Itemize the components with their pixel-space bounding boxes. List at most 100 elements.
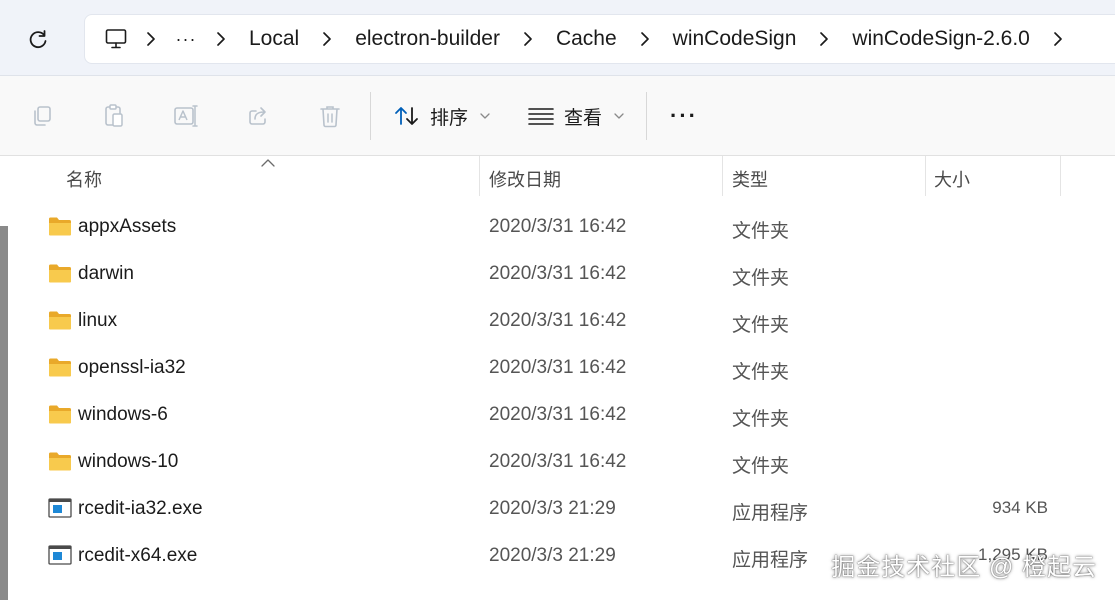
file-row[interactable]: rcedit-ia32.exe 2020/3/3 21:29 应用程序 934 …: [30, 486, 1070, 533]
delete-button[interactable]: [312, 98, 348, 134]
breadcrumb-item-local[interactable]: Local: [241, 27, 307, 51]
breadcrumb-chevron[interactable]: [625, 24, 665, 54]
sort-label: 排序: [430, 107, 469, 129]
view-label: 查看: [564, 107, 603, 129]
share-button[interactable]: [240, 98, 276, 134]
chevron-right-icon: [1054, 32, 1062, 46]
paste-icon: [105, 104, 123, 127]
chevron-right-icon: [147, 32, 155, 46]
folder-icon: [49, 311, 71, 330]
breadcrumb: ··· Local electron-builder Cache winCode…: [84, 14, 1115, 64]
command-bar: 排序 查看 ···: [0, 76, 1115, 156]
file-name: darwin: [78, 263, 134, 284]
file-date: 2020/3/31 16:42: [489, 357, 627, 378]
computer-icon: [105, 29, 127, 49]
chevron-right-icon: [640, 32, 649, 46]
exe-icon: [48, 498, 72, 518]
file-type: 文件夹: [732, 362, 790, 383]
chevron-right-icon: [524, 32, 532, 46]
file-date: 2020/3/31 16:42: [489, 310, 627, 331]
file-type: 应用程序: [732, 550, 809, 571]
chevron-down-icon: [614, 113, 624, 119]
column-header-size[interactable]: 大小: [934, 166, 970, 192]
column-divider[interactable]: [479, 156, 480, 196]
column-header-date[interactable]: 修改日期: [489, 166, 561, 192]
watermark: 掘金技术社区 @ 橙起云: [831, 554, 1097, 581]
file-row[interactable]: windows-10 2020/3/31 16:42 文件夹: [30, 439, 1070, 486]
paste-button[interactable]: [96, 98, 132, 134]
chevron-down-icon: [480, 113, 490, 119]
sort-ascending-icon: [261, 159, 275, 167]
folder-icon: [49, 452, 71, 471]
breadcrumb-chevron[interactable]: [131, 24, 171, 54]
file-name: linux: [78, 310, 118, 331]
file-name: windows-10: [78, 451, 179, 472]
file-date: 2020/3/3 21:29: [489, 545, 616, 566]
toolbar-divider: [370, 92, 371, 140]
chevron-right-icon: [323, 32, 332, 46]
copy-button[interactable]: [24, 98, 60, 134]
breadcrumb-chevron[interactable]: [1038, 24, 1078, 54]
file-row[interactable]: darwin 2020/3/31 16:42 文件夹: [30, 251, 1070, 298]
folder-icon: [49, 405, 71, 424]
column-header-type[interactable]: 类型: [732, 166, 768, 192]
view-button[interactable]: 查看: [528, 98, 624, 134]
sort-button[interactable]: 排序: [394, 98, 490, 134]
file-type: 应用程序: [732, 503, 809, 524]
view-list-icon: [528, 108, 554, 125]
file-date: 2020/3/31 16:42: [489, 216, 627, 237]
file-date: 2020/3/31 16:42: [489, 404, 627, 425]
file-type: 文件夹: [732, 315, 790, 336]
file-name: appxAssets: [78, 216, 177, 237]
file-type: 文件夹: [732, 268, 790, 289]
trash-icon: [320, 106, 340, 128]
folder-icon: [49, 264, 71, 283]
file-date: 2020/3/3 21:29: [489, 498, 616, 519]
breadcrumb-item-wincodesign-version[interactable]: winCodeSign-2.6.0: [844, 27, 1037, 51]
refresh-button[interactable]: [22, 24, 54, 56]
file-name: openssl-ia32: [78, 357, 186, 378]
breadcrumb-item-electron-builder[interactable]: electron-builder: [347, 27, 508, 51]
chevron-right-icon: [820, 32, 829, 46]
breadcrumb-chevron[interactable]: [804, 24, 844, 54]
sort-icon: [395, 107, 418, 125]
file-name: rcedit-ia32.exe: [78, 498, 203, 519]
refresh-icon: [29, 30, 47, 49]
file-row[interactable]: openssl-ia32 2020/3/31 16:42 文件夹: [30, 345, 1070, 392]
file-list: 名称 修改日期 类型 大小 appxAssets 2020/3/31 16:42…: [0, 156, 1115, 600]
folder-icon: [49, 217, 71, 236]
column-header-name[interactable]: 名称: [66, 166, 102, 192]
file-size: 934 KB: [992, 498, 1048, 517]
folder-icon: [49, 358, 71, 377]
column-divider[interactable]: [722, 156, 723, 196]
file-row[interactable]: appxAssets 2020/3/31 16:42 文件夹: [30, 204, 1070, 251]
breadcrumb-chevron[interactable]: [307, 24, 347, 54]
share-icon: [249, 107, 266, 125]
see-more-button[interactable]: ···: [664, 98, 704, 134]
this-pc-button[interactable]: [101, 24, 131, 54]
breadcrumb-overflow-button[interactable]: ···: [171, 29, 201, 50]
file-type: 文件夹: [732, 456, 790, 477]
navigation-scrollbar[interactable]: [0, 226, 8, 600]
file-row[interactable]: windows-6 2020/3/31 16:42 文件夹: [30, 392, 1070, 439]
column-divider[interactable]: [1060, 156, 1061, 196]
file-date: 2020/3/31 16:42: [489, 263, 627, 284]
breadcrumb-chevron[interactable]: [201, 24, 241, 54]
rename-icon: [174, 105, 198, 127]
toolbar-divider: [646, 92, 647, 140]
address-bar: ··· Local electron-builder Cache winCode…: [0, 0, 1115, 76]
file-name: windows-6: [78, 404, 168, 425]
file-type: 文件夹: [732, 221, 790, 242]
file-type: 文件夹: [732, 409, 790, 430]
copy-icon: [34, 106, 51, 126]
file-date: 2020/3/31 16:42: [489, 451, 627, 472]
column-divider[interactable]: [925, 156, 926, 196]
file-name: rcedit-x64.exe: [78, 545, 198, 566]
breadcrumb-item-cache[interactable]: Cache: [548, 27, 625, 51]
file-row[interactable]: linux 2020/3/31 16:42 文件夹: [30, 298, 1070, 345]
column-header-row: 名称 修改日期 类型 大小: [0, 156, 1115, 200]
chevron-right-icon: [217, 32, 225, 46]
breadcrumb-chevron[interactable]: [508, 24, 548, 54]
rename-button[interactable]: [168, 98, 204, 134]
breadcrumb-item-wincodesign[interactable]: winCodeSign: [665, 27, 805, 51]
